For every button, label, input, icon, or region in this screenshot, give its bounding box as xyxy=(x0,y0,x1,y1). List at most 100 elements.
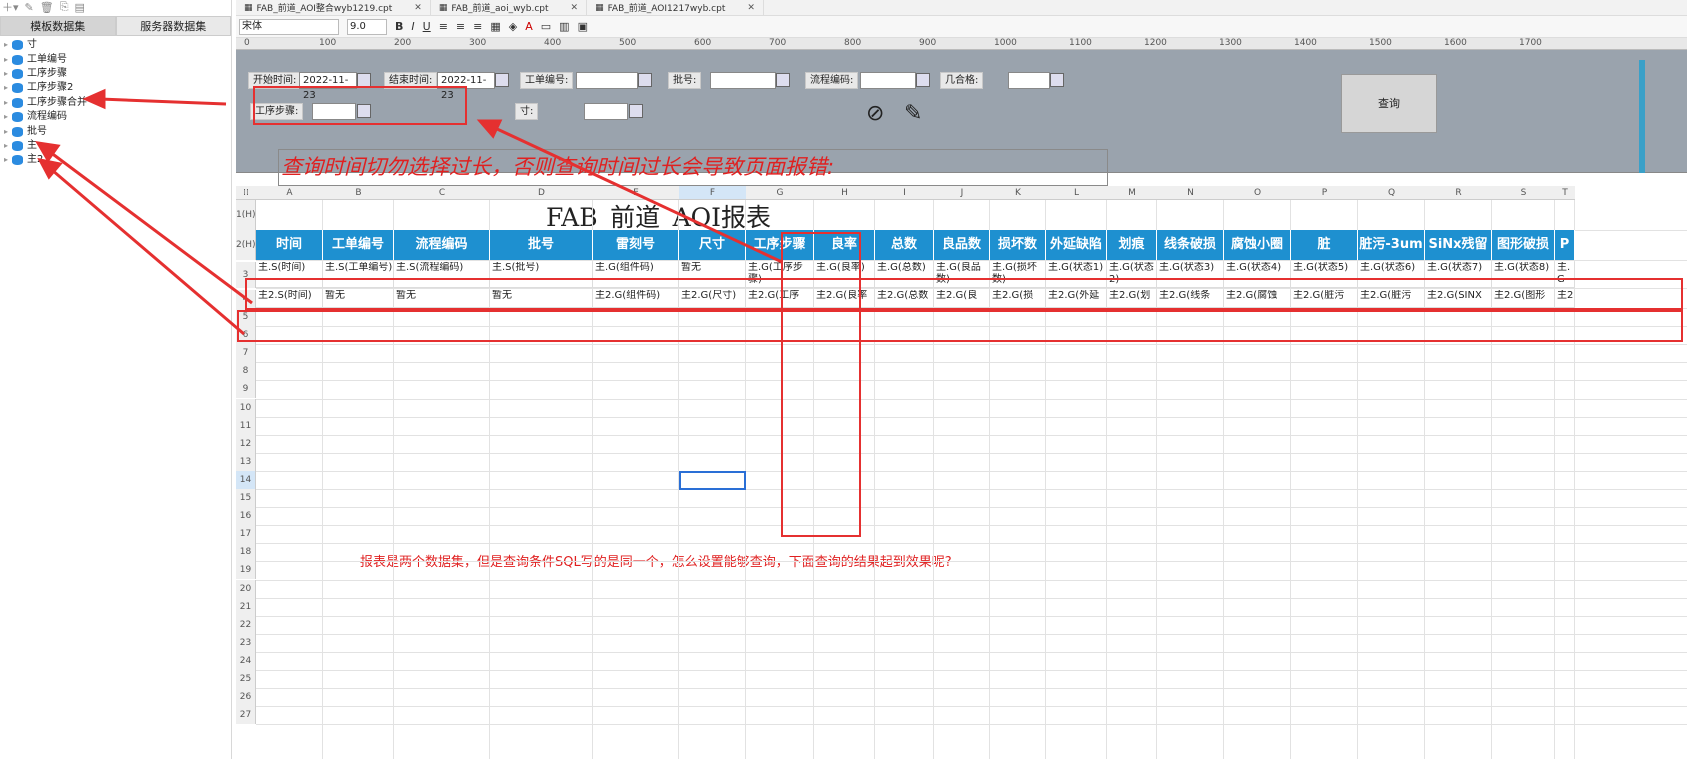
header-cell[interactable]: 外延缺陷 xyxy=(1046,230,1107,260)
size-field[interactable] xyxy=(584,103,628,120)
column-header[interactable]: I xyxy=(875,186,934,200)
row3-cell[interactable]: 主.G(状态6) xyxy=(1358,262,1425,288)
header-cell[interactable]: 总数 xyxy=(875,230,934,260)
column-header[interactable]: B xyxy=(323,186,394,200)
expand-icon[interactable]: ▸ xyxy=(0,96,12,110)
image-icon[interactable]: ▣ xyxy=(578,20,588,33)
tab-doc-2[interactable]: ▦ FAB_前道_aoi_wyb.cpt ✕ xyxy=(431,0,588,16)
row3-cell[interactable]: 主.G xyxy=(1555,262,1575,288)
column-header[interactable]: A xyxy=(256,186,323,200)
font-color-icon[interactable]: A xyxy=(525,20,533,33)
row-header[interactable]: 4 xyxy=(236,290,256,308)
column-header[interactable]: O xyxy=(1224,186,1291,200)
column-header[interactable]: S xyxy=(1492,186,1555,200)
row3-cell[interactable]: 主.G(状态7) xyxy=(1425,262,1492,288)
row3-cell[interactable]: 主.S(批号) xyxy=(490,262,593,288)
header-cell[interactable]: 工序步骤 xyxy=(746,230,814,260)
column-header[interactable]: Q xyxy=(1358,186,1425,200)
row4-cell[interactable]: 主2.G(尺寸) xyxy=(679,290,746,308)
header-cell[interactable]: 时间 xyxy=(256,230,323,260)
row3-cell[interactable]: 主.S(流程编码) xyxy=(394,262,490,288)
row4-cell[interactable]: 暂无 xyxy=(394,290,490,308)
header-cell[interactable]: 流程编码 xyxy=(394,230,490,260)
batch-field[interactable] xyxy=(710,72,776,89)
font-select[interactable]: 宋体 xyxy=(239,18,339,35)
row3-cell[interactable]: 主.G(组件码) xyxy=(593,262,679,288)
row3-cell[interactable]: 主.G(状态8) xyxy=(1492,262,1555,288)
row3-cell[interactable]: 主.G(状态1) xyxy=(1046,262,1107,288)
close-icon[interactable]: ✕ xyxy=(747,3,755,13)
row4-cell[interactable]: 主2.G(总数 xyxy=(875,290,934,308)
row-header[interactable]: 25 xyxy=(236,670,256,689)
row4-cell[interactable]: 主2.G(腐蚀 xyxy=(1224,290,1291,308)
row4-cell[interactable]: 主2.S(时间) xyxy=(256,290,323,308)
column-header[interactable]: T xyxy=(1555,186,1575,200)
dataset-item[interactable]: ▸ 主 xyxy=(0,139,231,153)
chart-icon[interactable]: ▥ xyxy=(559,20,569,33)
header-cell[interactable]: 脏污-3um xyxy=(1358,230,1425,260)
row4-cell[interactable]: 主2.G(工序 xyxy=(746,290,814,308)
header-cell[interactable]: 图形破损 xyxy=(1492,230,1555,260)
row-header[interactable]: 10 xyxy=(236,398,256,417)
align-right-icon[interactable]: ≡ xyxy=(473,20,482,33)
row4-cell[interactable]: 主2.G(损 xyxy=(990,290,1046,308)
pencil-icon[interactable]: ✎ xyxy=(904,101,922,126)
calendar-icon[interactable] xyxy=(357,73,371,87)
row-header[interactable]: 27 xyxy=(236,706,256,725)
column-header[interactable]: N xyxy=(1157,186,1224,200)
dataset-item[interactable]: ▸ 工序步骤 xyxy=(0,67,231,81)
header-cell[interactable]: 划痕 xyxy=(1107,230,1157,260)
font-size-select[interactable]: 9.0 xyxy=(347,18,387,35)
column-header[interactable]: E xyxy=(593,186,679,200)
row3-cell[interactable]: 暂无 xyxy=(679,262,746,288)
row3-cell[interactable]: 主.G(状态5) xyxy=(1291,262,1358,288)
header-cell[interactable]: 良率 xyxy=(814,230,875,260)
column-header[interactable]: C xyxy=(394,186,490,200)
row4-cell[interactable]: 暂无 xyxy=(323,290,394,308)
tab-doc-1[interactable]: ▦ FAB_前道_AOI整合wyb1219.cpt ✕ xyxy=(236,0,431,16)
qualified-field[interactable] xyxy=(1008,72,1050,89)
copy-icon[interactable]: ⎘ xyxy=(60,0,69,14)
header-cell[interactable]: 雷刻号 xyxy=(593,230,679,260)
dataset-item[interactable]: ▸ 工单编号 xyxy=(0,52,231,66)
calendar-icon[interactable] xyxy=(495,73,509,87)
row3-cell[interactable]: 主.G(状态4) xyxy=(1224,262,1291,288)
align-center-icon[interactable]: ≡ xyxy=(456,20,465,33)
row-header[interactable]: 14 xyxy=(236,470,256,489)
row-header[interactable]: 15 xyxy=(236,489,256,508)
column-header[interactable]: F xyxy=(679,186,746,200)
header-cell[interactable]: 尺寸 xyxy=(679,230,746,260)
row-header[interactable]: 23 xyxy=(236,633,256,652)
close-icon[interactable]: ✕ xyxy=(571,3,579,13)
header-cell[interactable]: 线条破损 xyxy=(1157,230,1224,260)
start-time-field[interactable]: 2022-11-23 xyxy=(299,72,357,101)
row-header[interactable]: 21 xyxy=(236,597,256,616)
border-icon[interactable]: ▦ xyxy=(490,20,500,33)
preview-icon[interactable]: ▤ xyxy=(75,1,85,14)
row4-cell[interactable]: 主2.G(良率 xyxy=(814,290,875,308)
column-header[interactable]: G xyxy=(746,186,814,200)
row4-cell[interactable]: 主2.G(良 xyxy=(934,290,990,308)
dataset-item[interactable]: ▸ 寸 xyxy=(0,38,231,52)
flow-code-field[interactable] xyxy=(860,72,916,89)
row3-cell[interactable]: 主.G(状态3) xyxy=(1157,262,1224,288)
header-cell[interactable]: 良品数 xyxy=(934,230,990,260)
row4-cell[interactable]: 主2.G(图形 xyxy=(1492,290,1555,308)
delete-icon[interactable]: 🗑 xyxy=(40,1,54,14)
expand-icon[interactable]: ▸ xyxy=(0,38,12,52)
row3-cell[interactable]: 主.G(损坏数) xyxy=(990,262,1046,288)
column-header[interactable]: K xyxy=(990,186,1046,200)
header-cell[interactable]: SiNx残留 xyxy=(1425,230,1492,260)
row-header[interactable]: 24 xyxy=(236,651,256,670)
dropdown-icon[interactable] xyxy=(629,104,643,118)
merge-icon[interactable]: ▭ xyxy=(541,20,551,33)
row4-cell[interactable]: 主2.G(线条 xyxy=(1157,290,1224,308)
row-header[interactable]: 9 xyxy=(236,380,256,399)
dropdown-icon[interactable] xyxy=(1050,73,1064,87)
hide-icon[interactable]: ⊘ xyxy=(866,101,884,126)
row3-cell[interactable]: 主.S(时间) xyxy=(256,262,323,288)
column-header[interactable]: H xyxy=(814,186,875,200)
row-header[interactable]: 11 xyxy=(236,416,256,435)
header-cell[interactable]: 批号 xyxy=(490,230,593,260)
expand-icon[interactable]: ▸ xyxy=(0,67,12,81)
